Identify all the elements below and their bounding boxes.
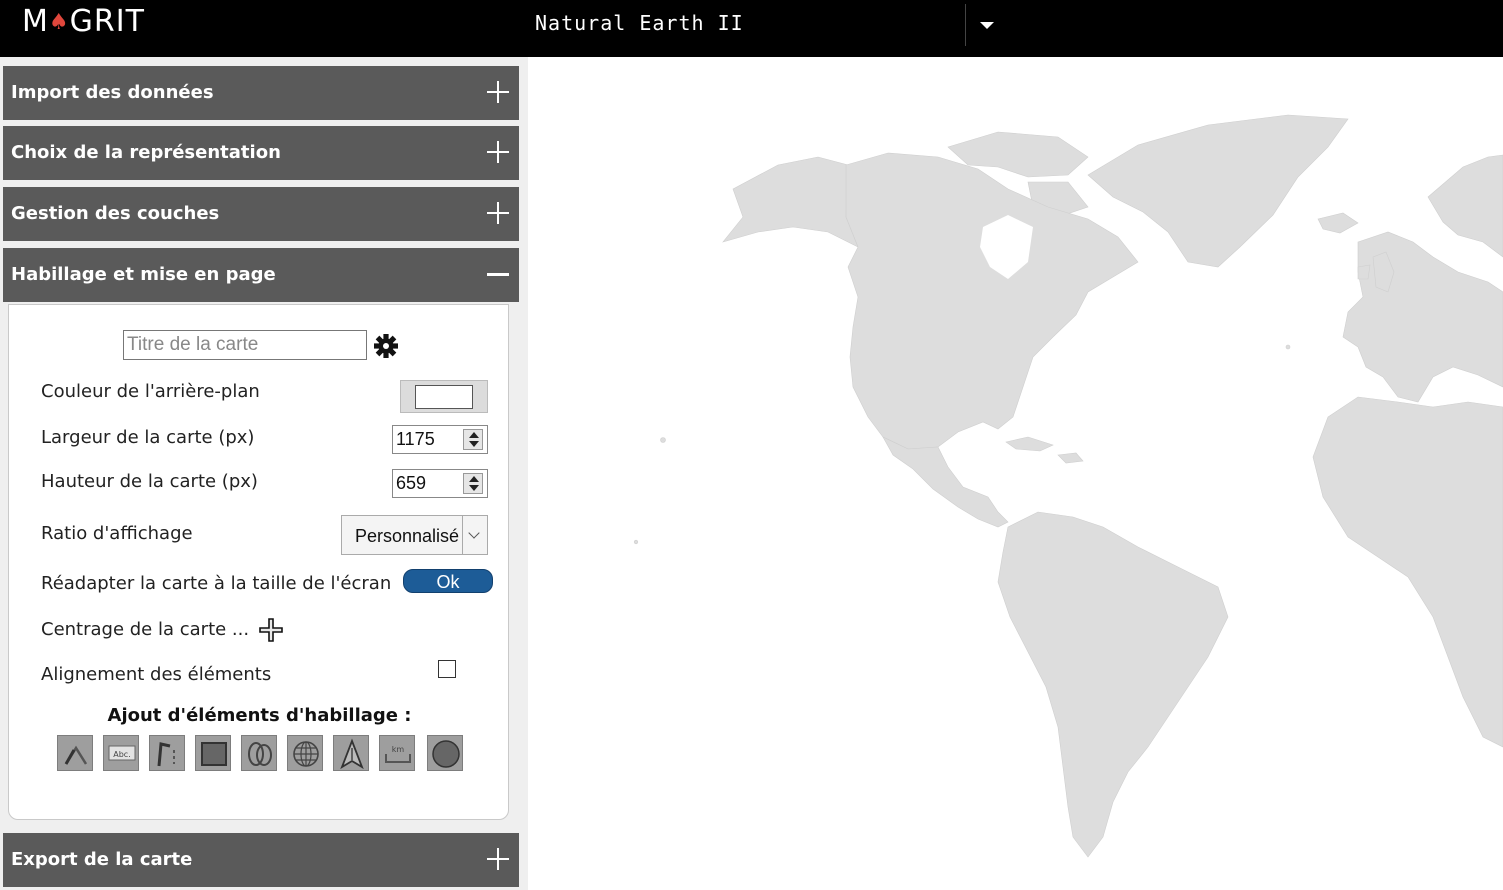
- land-island-hawaii: [660, 437, 666, 443]
- section-header-import[interactable]: Import des données: [3, 66, 519, 120]
- ratio-label: Ratio d'affichage: [41, 523, 193, 544]
- sphere-button[interactable]: [427, 735, 463, 771]
- bg-color-picker[interactable]: [400, 380, 488, 413]
- width-spinner[interactable]: [463, 429, 483, 450]
- bg-color-label: Couleur de l'arrière-plan: [41, 381, 260, 402]
- ratio-value: Personnalisé: [355, 526, 460, 546]
- height-label: Hauteur de la carte (px): [41, 471, 258, 492]
- map-width-input[interactable]: 1175: [392, 425, 488, 454]
- text-annotation-button[interactable]: Abc.: [103, 735, 139, 771]
- graticule-icon: [293, 741, 319, 767]
- text-annotation-icon: Abc.: [108, 745, 136, 761]
- land-alaska: [722, 156, 859, 248]
- world-map[interactable]: [528, 57, 1503, 890]
- land-island-azores: [1285, 344, 1291, 350]
- app-logo: M♠GRIT: [22, 4, 145, 39]
- map-title-input[interactable]: [123, 330, 367, 360]
- ratio-select[interactable]: Personnalisé: [341, 515, 488, 555]
- section-title: Import des données: [11, 82, 214, 103]
- map-width-value: 1175: [396, 429, 435, 449]
- section-title: Gestion des couches: [11, 203, 220, 224]
- section-header-representation[interactable]: Choix de la représentation: [3, 126, 519, 180]
- map-height-input[interactable]: 659: [392, 469, 488, 498]
- land-south-america: [997, 511, 1229, 858]
- expand-plus-icon[interactable]: [487, 202, 509, 224]
- layout-panel-body: Couleur de l'arrière-plan Largeur de la …: [8, 304, 509, 820]
- land-africa: [1312, 396, 1503, 748]
- land-central-america: [882, 436, 1009, 528]
- scale-bar-button[interactable]: km: [379, 735, 415, 771]
- land-ireland: [1357, 264, 1371, 280]
- land-europe: [1342, 231, 1503, 403]
- ruler-tool-icon: [157, 742, 175, 767]
- svg-text:km: km: [392, 745, 405, 754]
- land-cuba: [1005, 436, 1054, 452]
- north-arrow-icon: [340, 738, 364, 770]
- expand-plus-icon[interactable]: [487, 848, 509, 870]
- elements-heading: Ajout d'éléments d'habillage :: [107, 705, 412, 726]
- land-north-america: [845, 152, 1139, 450]
- map-height-value: 659: [396, 473, 427, 493]
- land-greenland: [1087, 114, 1349, 268]
- align-label: Alignement des éléments: [41, 664, 272, 685]
- ellipse-tool-button[interactable]: [241, 735, 277, 771]
- menu-caret-icon[interactable]: [980, 22, 994, 29]
- move-cross-icon[interactable]: [258, 617, 284, 643]
- collapse-minus-icon[interactable]: [487, 263, 509, 285]
- topbar-divider: [965, 4, 966, 46]
- spade-logo-icon: ♠: [48, 10, 70, 35]
- scale-bar-icon: km: [385, 745, 411, 763]
- center-map-label: Centrage de la carte ...: [41, 619, 250, 640]
- expand-plus-icon[interactable]: [487, 81, 509, 103]
- svg-text:Abc.: Abc.: [113, 750, 131, 759]
- section-title: Habillage et mise en page: [11, 264, 276, 285]
- gear-icon[interactable]: [373, 333, 399, 359]
- width-label: Largeur de la carte (px): [41, 427, 255, 448]
- graticule-button[interactable]: [287, 735, 323, 771]
- arrow-tool-button[interactable]: [57, 735, 93, 771]
- north-arrow-button[interactable]: [333, 735, 369, 771]
- ruler-tool-button[interactable]: [149, 735, 185, 771]
- chevron-down-icon[interactable]: [462, 516, 487, 554]
- section-header-export[interactable]: Export de la carte: [3, 833, 519, 887]
- ellipse-tool-icon: [248, 742, 272, 766]
- expand-plus-icon[interactable]: [487, 141, 509, 163]
- fit-screen-label: Réadapter la carte à la taille de l'écra…: [41, 573, 392, 594]
- rectangle-tool-icon: [201, 742, 227, 766]
- map-canvas[interactable]: [528, 57, 1503, 890]
- align-checkbox[interactable]: [438, 660, 456, 678]
- section-title: Export de la carte: [11, 849, 193, 870]
- land-scandinavia: [1427, 154, 1503, 258]
- land-hispaniola: [1057, 452, 1084, 464]
- arrow-tool-icon: [64, 745, 88, 765]
- bg-color-swatch: [415, 385, 473, 409]
- section-header-layers[interactable]: Gestion des couches: [3, 187, 519, 241]
- fit-ok-button[interactable]: Ok: [403, 569, 493, 593]
- left-panel: Import des données Choix de la représent…: [0, 57, 528, 890]
- section-header-layout[interactable]: Habillage et mise en page: [3, 248, 519, 302]
- land-island-galapagos: [633, 539, 639, 545]
- top-bar: M♠GRIT Natural Earth II: [0, 0, 1503, 57]
- height-spinner[interactable]: [463, 473, 483, 494]
- project-name: Natural Earth II: [535, 11, 744, 35]
- land-iceland: [1317, 212, 1359, 234]
- sphere-icon: [432, 740, 460, 768]
- rectangle-tool-button[interactable]: [195, 735, 231, 771]
- section-title: Choix de la représentation: [11, 142, 281, 163]
